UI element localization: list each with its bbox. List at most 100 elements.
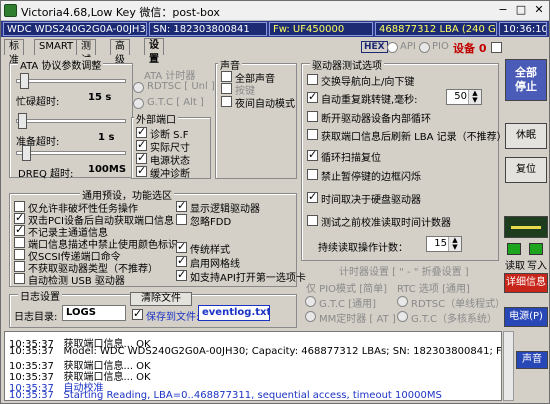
log-settings-title: 日志设置 [18, 288, 62, 303]
clock: 10:36:10 [499, 22, 547, 36]
tab-smart[interactable]: SMART [34, 39, 79, 55]
api-radio[interactable] [387, 42, 398, 53]
rtc-options-title: RTC 选项 [通用] [397, 284, 470, 295]
ext-port-checkbox-3[interactable] [136, 151, 147, 164]
log-scrollbar[interactable] [503, 331, 514, 401]
common-right-checkbox-3[interactable] [176, 240, 187, 253]
sound-group: 声音 全部声音 按键 夜间自动模式 [215, 57, 297, 179]
drive-firmware: Fw: UF450000 [269, 22, 373, 36]
ata-params-title: ATA 协议参数调整 [18, 57, 104, 72]
maximize-button[interactable]: □ [513, 3, 529, 18]
key-sound-checkbox[interactable] [221, 83, 232, 94]
cycle-count-spinner[interactable]: 15 ▲ ▼ [426, 236, 462, 252]
stop-all-button[interactable]: 全部 停止 [505, 59, 547, 101]
common-right-checkbox-1[interactable] [176, 199, 187, 212]
app-icon [4, 4, 17, 17]
power-button[interactable]: 电源(P) [504, 307, 548, 327]
calibrate-checkbox[interactable] [307, 215, 318, 226]
refresh-lba-label: 获取端口信息后刷新 LBA 记录（不推荐） [321, 132, 507, 143]
refresh-lba-checkbox[interactable] [307, 129, 318, 140]
device-label: 设备 0 [453, 42, 487, 55]
read-led-icon [507, 243, 521, 255]
ext-port-checkbox-4[interactable] [136, 164, 147, 177]
pio-mm-radio[interactable] [305, 311, 316, 322]
rtc-gtc-label: G.T.C（多核系统） [411, 314, 498, 325]
night-mode-checkbox[interactable] [221, 96, 232, 107]
common-left-checkbox-4[interactable] [14, 237, 25, 248]
common-left-checkbox-6[interactable] [14, 261, 25, 272]
close-button[interactable]: ✕ [531, 3, 547, 18]
drive-test-title: 驱动器测试选项 [310, 57, 384, 72]
details-button[interactable]: 详细信息 [504, 273, 548, 293]
sound-button[interactable]: 声音 [516, 351, 548, 369]
log-dir-input[interactable]: LOGS [62, 305, 126, 321]
all-sound-checkbox[interactable] [221, 71, 232, 82]
busy-timeout-track [16, 79, 126, 83]
ext-port-checkbox-1[interactable] [136, 125, 147, 138]
common-left-checkbox-7[interactable] [14, 273, 25, 284]
log-line: 10:35:37 Model: WDC WDS240G2G0A-00JH30; … [9, 346, 502, 357]
sleep-button[interactable]: 休眠 [505, 123, 547, 149]
device-checkbox[interactable] [491, 42, 502, 53]
rtc-rdtsc-radio[interactable] [397, 296, 408, 307]
spinner-arrows-icon[interactable]: ▲ ▼ [468, 90, 481, 104]
common-left-checkbox-5[interactable] [14, 249, 25, 260]
timer-rdtsc-radio[interactable] [133, 82, 144, 93]
ready-timeout-value: 1 s [98, 132, 115, 143]
common-right-label-3: 传统样式 [190, 245, 230, 256]
loop-scan-checkbox[interactable] [307, 148, 318, 161]
save-to-file-checkbox[interactable] [132, 307, 143, 320]
log-file-input[interactable]: eventlog.txt [198, 305, 270, 321]
head-indicator-icon [504, 216, 548, 238]
log-line: 10:35:37 Starting Reading, LBA=0..468877… [9, 390, 442, 401]
common-left-checkbox-3[interactable] [14, 223, 25, 236]
drive-test-group: 驱动器测试选项 交换导航向上/向下键 自动重复跳转键,毫秒: 50 ▲▼ 断开驱… [301, 57, 507, 261]
ready-timeout-track [16, 119, 126, 123]
disconnect-loop-checkbox[interactable] [307, 111, 318, 122]
window-title: Victoria4.68,Low Key 微信：post-box [21, 6, 220, 19]
ext-port-label-4: 缓冲诊断 [150, 169, 190, 180]
common-right-checkbox-5[interactable] [176, 268, 187, 281]
pio-mm-label: MM定时器 [ AT ] [319, 314, 396, 325]
pio-radio[interactable] [419, 42, 430, 53]
read-label: 读取 [505, 261, 525, 272]
common-right-label-4: 启用网格线 [190, 259, 240, 270]
common-right-checkbox-4[interactable] [176, 254, 187, 267]
ready-timeout-slider[interactable] [18, 113, 27, 129]
minimize-button[interactable]: − [495, 3, 511, 18]
auto-repeat-spinner[interactable]: 50 ▲ ▼ [446, 89, 482, 105]
drive-capacity: 468877312 LBA (240 Gb) [375, 22, 497, 36]
common-right-label-2: 忽略FDD [190, 217, 232, 228]
hex-toggle[interactable]: HEX [361, 41, 388, 53]
busy-timeout-label: 忙碌超时: [16, 97, 60, 108]
reset-button[interactable]: 复位 [505, 157, 547, 183]
log-dir-label: 日志目录: [14, 312, 58, 323]
ext-port-checkbox-2[interactable] [136, 138, 147, 151]
timer-rdtsc-label: RDTSC [ Unl ] [147, 81, 215, 92]
cycle-spinner-arrows-icon[interactable]: ▲ ▼ [448, 237, 461, 251]
rtc-gtc-radio[interactable] [397, 311, 408, 322]
tab-test[interactable]: 测试 [76, 39, 96, 66]
no-blink-label: 禁止暂停键的边框闪烁 [321, 172, 421, 183]
common-right-checkbox-2[interactable] [176, 214, 187, 225]
timer-gtc-radio[interactable] [133, 98, 144, 109]
busy-timeout-slider[interactable] [20, 73, 29, 89]
dreq-timeout-slider[interactable] [22, 145, 31, 161]
timer-settings-title: 计时器设置 [ " - " 折叠设置 ] [339, 267, 469, 278]
swap-nav-checkbox[interactable] [307, 74, 318, 85]
auto-repeat-checkbox[interactable] [307, 90, 318, 103]
tab-standard[interactable]: 标准 [4, 39, 24, 66]
loop-scan-label: 循环扫描复位 [321, 153, 381, 164]
event-log[interactable]: 10:35:37 获取端口信息... OK 10:35:37 Model: WD… [4, 331, 502, 401]
api-label: API [400, 41, 416, 52]
no-blink-checkbox[interactable] [307, 169, 318, 180]
clear-files-button[interactable]: 清除文件 [130, 292, 192, 306]
tab-settings[interactable]: 设置 [144, 38, 164, 65]
pio-gtc-radio[interactable] [305, 296, 316, 307]
drive-model[interactable]: WDC WDS240G2G0A-00JH30 [3, 22, 147, 36]
time-hdd-checkbox[interactable] [307, 190, 318, 203]
cycle-count-label: 持续读取操作计数： [318, 243, 408, 254]
pio-label: PIO [432, 41, 449, 52]
timer-gtc-label: G.T.C [ Alt ] [147, 97, 204, 108]
tab-advanced[interactable]: 高级 [110, 39, 130, 66]
